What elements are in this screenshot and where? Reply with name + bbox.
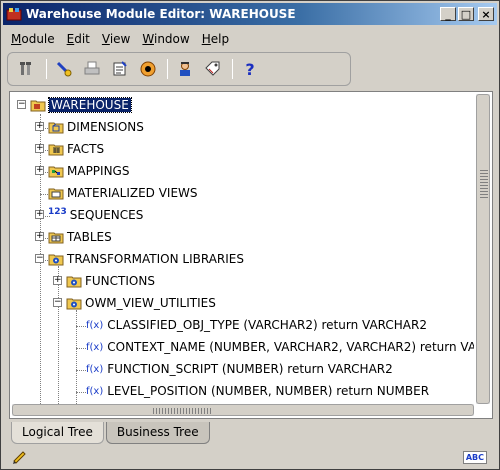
scroll-grip: [153, 408, 213, 414]
library-folder-icon: [48, 251, 64, 267]
maximize-button[interactable]: □: [458, 7, 474, 21]
toolbar-separator: [46, 59, 47, 79]
help-icon[interactable]: ?: [239, 58, 261, 80]
function-icon: f(x): [86, 385, 104, 397]
function-icon: f(x): [86, 319, 104, 331]
tree-node-materialized-views[interactable]: MATERIALIZED VIEWS: [48, 183, 198, 203]
spellcheck-glyph: ABC: [462, 450, 487, 464]
wrench-icon[interactable]: [16, 58, 38, 80]
menu-edit[interactable]: Edit: [61, 30, 96, 48]
title-bar[interactable]: Warehouse Module Editor: WAREHOUSE _ □ ×: [3, 3, 497, 25]
tree-node-label: TABLES: [67, 230, 112, 244]
tree-node-label: SEQUENCES: [69, 208, 144, 222]
menu-module[interactable]: Module: [5, 30, 61, 48]
window-title: Warehouse Module Editor: WAREHOUSE: [26, 7, 296, 21]
tree-node-label: TRANSFORMATION LIBRARIES: [67, 252, 244, 266]
tree-node-label: FUNCTIONS: [85, 274, 155, 288]
horizontal-scroll-thumb[interactable]: [12, 404, 474, 416]
tree-expander-transformation-libraries[interactable]: −: [35, 254, 44, 263]
tree-connector: [58, 266, 59, 404]
mview-folder-icon: [48, 185, 64, 201]
tree-node-facts[interactable]: FACTS: [48, 139, 104, 159]
print-icon[interactable]: [81, 58, 103, 80]
vertical-scrollbar[interactable]: [476, 94, 490, 404]
tree-expander-mappings[interactable]: +: [35, 166, 44, 175]
tree-node-function[interactable]: f(x) LEVEL_POSITION (NUMBER, NUMBER) ret…: [86, 381, 429, 401]
menu-bar: Module Edit View Window Help: [5, 29, 235, 49]
tree-expander-sequences[interactable]: +: [35, 210, 44, 219]
tree-node-label: MAPPINGS: [67, 164, 130, 178]
function-icon: f(x): [86, 341, 104, 353]
tree-node-label: CONTEXT_NAME (NUMBER, VARCHAR2, VARCHAR2…: [107, 340, 474, 354]
sequence-folder-icon: 123: [48, 207, 67, 223]
tree-node-label: LEVEL_POSITION (NUMBER, NUMBER) return N…: [107, 384, 430, 398]
tree-connector: [76, 370, 86, 371]
warehouse-folder-icon: [30, 97, 46, 113]
app-icon: [6, 6, 22, 22]
tree-node-tables[interactable]: TABLES: [48, 227, 112, 247]
pencil-icon[interactable]: [11, 448, 27, 467]
library-folder-icon: [66, 295, 82, 311]
tree-node-function[interactable]: f(x) CONTEXT_NAME (NUMBER, VARCHAR2, VAR…: [86, 337, 474, 357]
tree-node-label: CLASSIFIED_OBJ_TYPE (VARCHAR2) return VA…: [107, 318, 427, 332]
tree-node-dimensions[interactable]: DIMENSIONS: [48, 117, 144, 137]
dimension-folder-icon: [48, 119, 64, 135]
tree-node-function[interactable]: f(x) CLASSIFIED_OBJ_TYPE (VARCHAR2) retu…: [86, 315, 427, 335]
tree-node-functions[interactable]: FUNCTIONS: [66, 271, 155, 291]
fact-folder-icon: [48, 141, 64, 157]
validate-icon[interactable]: [53, 58, 75, 80]
help-glyph: ?: [245, 59, 255, 79]
user-icon[interactable]: [174, 58, 196, 80]
tree-node-label: OWM_VIEW_UTILITIES: [85, 296, 216, 310]
tree-connector: [76, 348, 86, 349]
tree-node-label: WAREHOUSE: [48, 97, 132, 113]
editor-window: Warehouse Module Editor: WAREHOUSE _ □ ×…: [0, 0, 500, 470]
horizontal-scrollbar[interactable]: [12, 404, 474, 416]
close-button[interactable]: ×: [478, 7, 494, 21]
sequence-badge: 123: [48, 207, 67, 217]
minimize-button[interactable]: _: [440, 7, 456, 21]
tree-expander-owm-view-utilities[interactable]: −: [53, 298, 62, 307]
tree-expander-functions[interactable]: +: [53, 276, 62, 285]
generate-icon[interactable]: [137, 58, 159, 80]
tree-node-transformation-libraries[interactable]: TRANSFORMATION LIBRARIES: [48, 249, 244, 269]
tag-icon[interactable]: [202, 58, 224, 80]
menu-help[interactable]: Help: [196, 30, 235, 48]
tree-node-label: FACTS: [67, 142, 105, 156]
toolbar: ?: [7, 52, 351, 86]
tree-node-mappings[interactable]: MAPPINGS: [48, 161, 129, 181]
tree-node-function[interactable]: f(x) FUNCTION_SCRIPT (NUMBER) return VAR…: [86, 359, 393, 379]
spellcheck-icon[interactable]: ABC: [462, 450, 487, 464]
tree-expander-dimensions[interactable]: +: [35, 122, 44, 131]
scroll-grip: [480, 170, 488, 198]
tree-tabs: Logical Tree Business Tree: [11, 422, 212, 444]
tree-view[interactable]: − WAREHOUSE + DIMENSIONS + FACTS + MAPPI…: [12, 94, 474, 404]
tab-logical-tree[interactable]: Logical Tree: [11, 422, 104, 444]
menu-view[interactable]: View: [96, 30, 136, 48]
function-icon: f(x): [86, 363, 104, 375]
tree-connector: [76, 310, 77, 404]
tree-node-owm-view-utilities[interactable]: OWM_VIEW_UTILITIES: [66, 293, 216, 313]
status-bar: ABC: [5, 447, 495, 467]
toolbar-separator: [232, 59, 233, 79]
tree-connector: [76, 392, 86, 393]
tree-node-label: DIMENSIONS: [67, 120, 144, 134]
menu-window[interactable]: Window: [136, 30, 195, 48]
mapping-folder-icon: [48, 163, 64, 179]
tree-expander-tables[interactable]: +: [35, 232, 44, 241]
tree-expander-root[interactable]: −: [17, 100, 26, 109]
object-tree-panel: − WAREHOUSE + DIMENSIONS + FACTS + MAPPI…: [9, 91, 493, 419]
tree-expander-facts[interactable]: +: [35, 144, 44, 153]
tab-business-tree[interactable]: Business Tree: [105, 422, 210, 444]
tree-connector: [76, 326, 86, 327]
functions-folder-icon: [66, 273, 82, 289]
tree-node-sequences[interactable]: 123 SEQUENCES: [48, 205, 143, 225]
vertical-scroll-thumb[interactable]: [476, 94, 490, 404]
tree-node-label: MATERIALIZED VIEWS: [67, 186, 198, 200]
toolbar-separator: [167, 59, 168, 79]
tree-node-label: FUNCTION_SCRIPT (NUMBER) return VARCHAR2: [107, 362, 393, 376]
tree-node-warehouse[interactable]: WAREHOUSE: [30, 95, 132, 115]
table-folder-icon: [48, 229, 64, 245]
properties-icon[interactable]: [109, 58, 131, 80]
